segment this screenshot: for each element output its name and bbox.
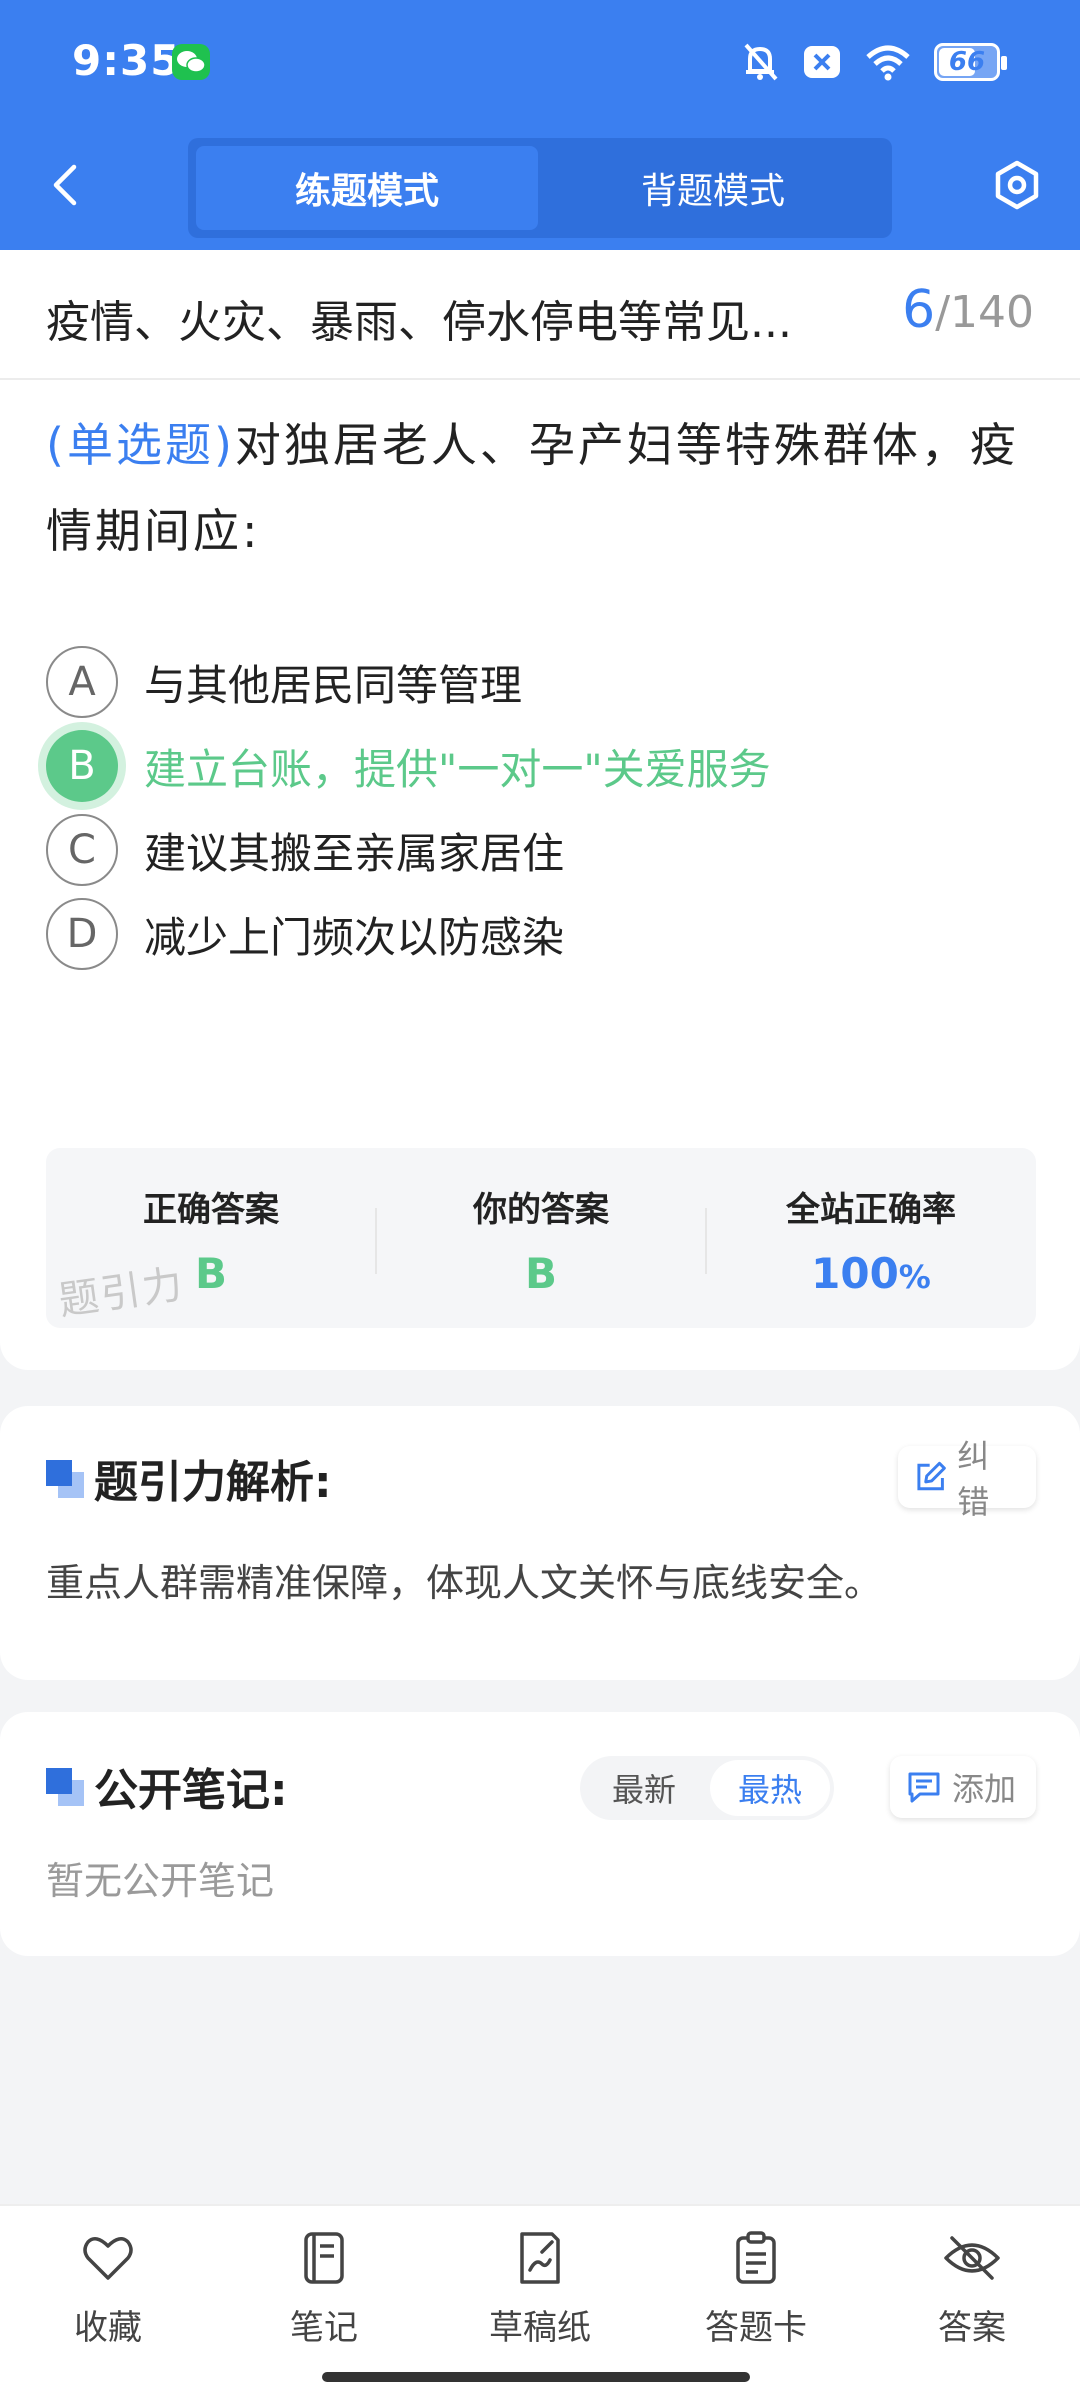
your-answer-value: B: [524, 1249, 557, 1298]
option-text: 建立台账，提供"一对一"关爱服务: [144, 744, 771, 794]
option-text: 与其他居民同等管理: [144, 660, 523, 710]
favorite-button[interactable]: 收藏: [28, 2230, 188, 2360]
section-squares-icon: [46, 1460, 84, 1498]
current-question-number: 6: [902, 280, 936, 340]
option-d[interactable]: D 减少上门频次以防感染: [46, 894, 1036, 974]
wifi-icon: [866, 45, 910, 81]
eye-off-icon: [944, 2236, 1000, 2280]
chapter-title[interactable]: 疫情、火灾、暴雨、停水停电等常见...: [46, 286, 866, 350]
comment-add-icon: [908, 1772, 940, 1803]
question-progress[interactable]: 6/140: [902, 280, 1034, 340]
correct-rate-column: 全站正确率 100%: [706, 1148, 1036, 1328]
show-answer-label: 答案: [938, 2308, 1006, 2348]
back-button[interactable]: [40, 155, 90, 215]
favorite-label: 收藏: [74, 2308, 142, 2348]
status-time: 9:35: [72, 36, 181, 85]
question-text: (单选题)对独居老人、孕产妇等特殊群体，疫情期间应:: [46, 402, 1036, 574]
progress-separator: /: [935, 287, 951, 338]
chevron-left-icon: [53, 164, 77, 206]
option-letter-badge: B: [46, 730, 118, 802]
status-icons: 66: [740, 40, 1007, 84]
section-squares-icon: [46, 1768, 84, 1806]
scratch-paper-button[interactable]: 草稿纸: [460, 2230, 620, 2360]
status-bar: 9:35 66: [0, 0, 1080, 120]
settings-hexagon-icon: [995, 160, 1039, 210]
correct-rate-unit: %: [898, 1258, 931, 1296]
answer-card-label: 答题卡: [705, 2308, 807, 2348]
home-indicator[interactable]: [322, 2372, 750, 2382]
option-text: 减少上门频次以防感染: [144, 912, 565, 962]
no-sim-icon: [804, 46, 840, 78]
report-error-label: 纠错: [957, 1437, 990, 1521]
show-answer-button[interactable]: 答案: [892, 2230, 1052, 2360]
option-c[interactable]: C 建议其搬至亲属家居住: [46, 810, 1036, 890]
correct-rate-number: 100: [811, 1249, 899, 1298]
mode-toggle: 练题模式 背题模式: [188, 138, 892, 238]
your-answer-label: 你的答案: [473, 1190, 609, 1230]
tab-memorize-mode[interactable]: 背题模式: [542, 146, 884, 230]
option-letter-badge: D: [46, 898, 118, 970]
empty-notes-text: 暂无公开笔记: [46, 1859, 275, 1903]
answer-card-button[interactable]: 答题卡: [676, 2230, 836, 2360]
nav-bar: 练题模式 背题模式: [0, 130, 1080, 240]
header: 9:35 66 练题模式 背题模式: [0, 0, 1080, 250]
notes-button[interactable]: 笔记: [244, 2230, 404, 2360]
notebook-icon: [304, 2232, 344, 2284]
question-card: 疫情、火灾、暴雨、停水停电等常见... 6/140 (单选题)对独居老人、孕产妇…: [0, 250, 1080, 1370]
analysis-text: 重点人群需精准保障，体现人文关怀与底线安全。: [46, 1561, 883, 1605]
public-notes-card: 公开笔记: 最新 最热 添加 暂无公开笔记: [0, 1712, 1080, 1956]
tab-practice-mode[interactable]: 练题模式: [196, 146, 538, 230]
analysis-card: 题引力解析: 纠错 重点人群需精准保障，体现人文关怀与底线安全。: [0, 1406, 1080, 1680]
option-text: 建议其搬至亲属家居住: [144, 828, 565, 878]
notes-sort-toggle: 最新 最热: [580, 1756, 834, 1820]
correct-rate-label: 全站正确率: [786, 1190, 956, 1230]
battery-icon: 66: [934, 43, 1007, 81]
option-b[interactable]: B 建立台账，提供"一对一"关爱服务: [46, 726, 1036, 806]
mute-notification-icon: [744, 43, 778, 81]
analysis-title: 题引力解析:: [94, 1457, 332, 1508]
clipboard-list-icon: [736, 2231, 776, 2284]
add-note-label: 添加: [952, 1770, 1017, 1808]
correct-answer-label: 正确答案: [143, 1190, 279, 1230]
sort-latest-tab[interactable]: 最新: [584, 1760, 704, 1816]
total-question-count: 140: [950, 287, 1034, 338]
public-notes-title: 公开笔记:: [94, 1765, 288, 1816]
option-letter-badge: A: [46, 646, 118, 718]
bottom-toolbar: 收藏 笔记 草稿纸 答题卡 答案: [0, 2204, 1080, 2400]
wechat-notification-icon: [172, 44, 210, 80]
question-type-label: (单选题): [46, 418, 235, 472]
page: 9:35 66 练题模式 背题模式 疫情、火灾、暴雨、停水停电等常见... 6/…: [0, 0, 1080, 2400]
edit-icon: [917, 1461, 946, 1491]
heart-icon: [83, 2237, 133, 2280]
your-answer-column: 你的答案 B: [376, 1148, 706, 1328]
scratch-paper-label: 草稿纸: [489, 2308, 591, 2348]
settings-button[interactable]: [990, 155, 1044, 215]
report-error-button[interactable]: 纠错: [898, 1437, 1036, 1521]
battery-level: 66: [948, 47, 986, 77]
sort-hot-tab[interactable]: 最热: [710, 1760, 830, 1816]
option-letter-badge: C: [46, 814, 118, 886]
answer-summary: 正确答案 B 你的答案 B 全站正确率 100% 题引力: [46, 1148, 1036, 1328]
draft-paper-icon: [520, 2232, 560, 2284]
notes-label: 笔记: [290, 2308, 358, 2348]
option-a[interactable]: A 与其他居民同等管理: [46, 642, 1036, 722]
correct-rate-value: 100%: [706, 1249, 1036, 1298]
add-note-button[interactable]: 添加: [890, 1756, 1036, 1818]
chapter-row: 疫情、火灾、暴雨、停水停电等常见... 6/140: [0, 250, 1080, 380]
